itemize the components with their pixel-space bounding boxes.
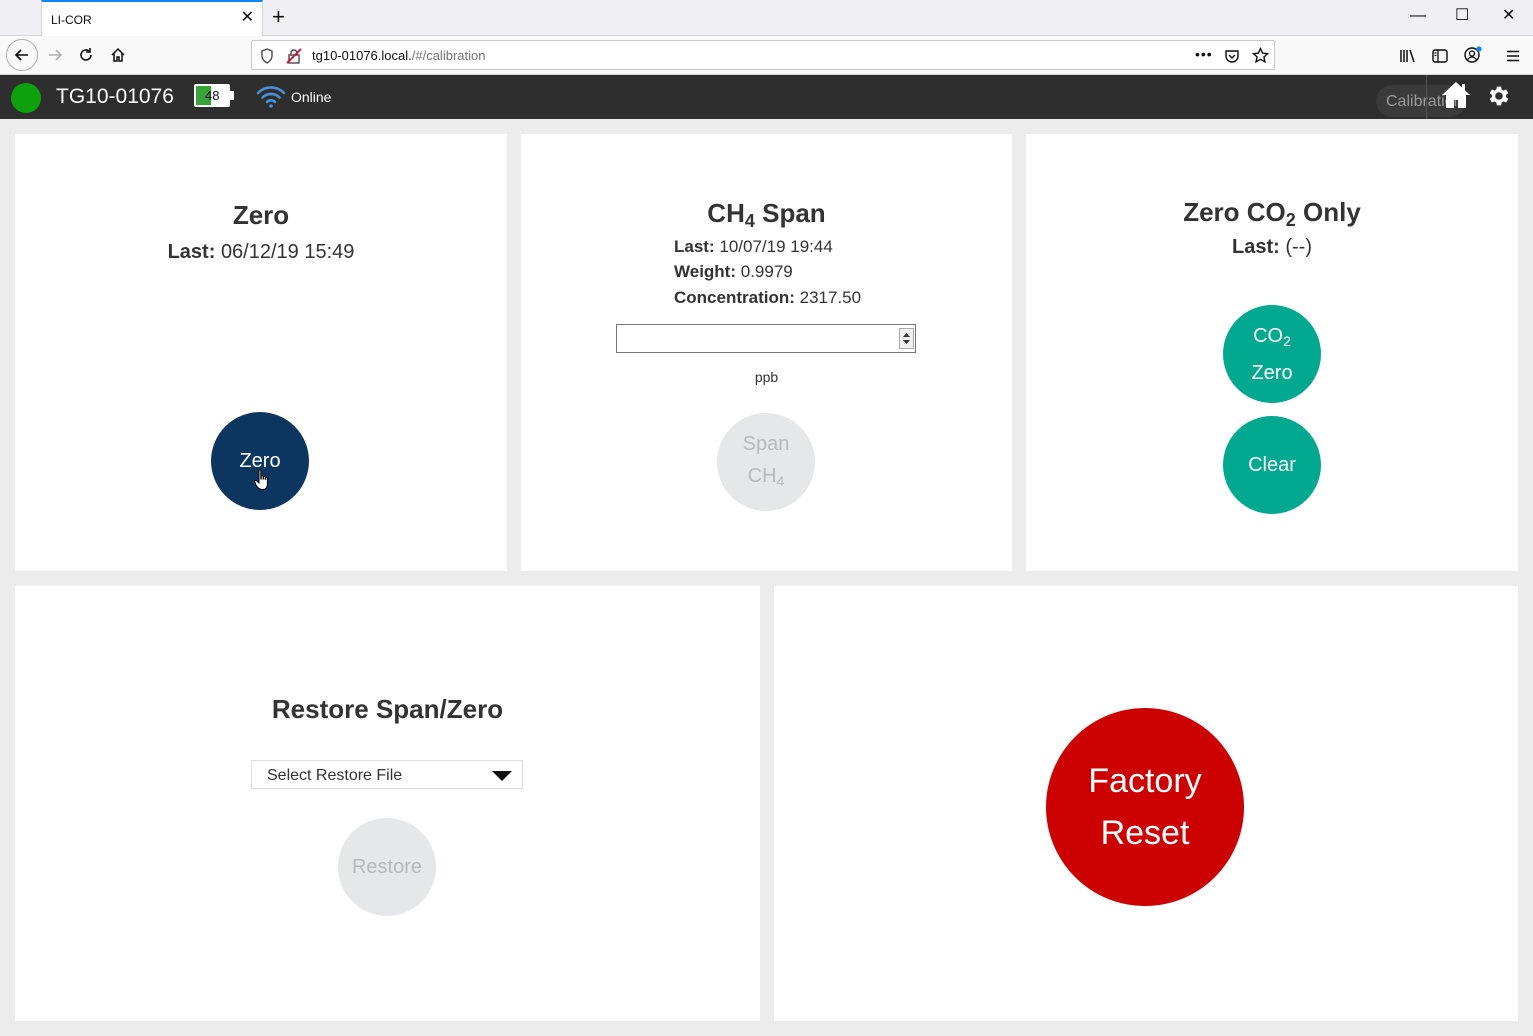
settings-gear-icon[interactable] xyxy=(1485,83,1511,109)
ch4-concentration-input[interactable] xyxy=(616,324,916,353)
ch4-conc-value: 2317.50 xyxy=(799,288,862,307)
menu-icon[interactable] xyxy=(1505,48,1521,64)
span-button-ch: CH xyxy=(747,464,777,487)
battery-level: 48 xyxy=(205,88,220,103)
caret-down-icon xyxy=(492,771,512,781)
co2-card-title: Zero CO2 Only xyxy=(1026,197,1518,231)
stepper-arrows-icon xyxy=(903,333,910,344)
window-close-button[interactable]: ✕ xyxy=(1502,8,1515,24)
hand-cursor-icon xyxy=(254,469,268,491)
ch4-number-stepper[interactable] xyxy=(899,328,914,349)
zero-button[interactable]: Zero xyxy=(211,412,309,510)
tab-title: LI-COR xyxy=(51,13,92,27)
ch4-last-line: Last: 10/07/19 19:44 xyxy=(674,237,833,257)
wifi-icon xyxy=(256,86,286,108)
battery-nub xyxy=(230,91,234,100)
reload-icon xyxy=(80,48,92,61)
pocket-icon[interactable] xyxy=(1224,48,1240,64)
restore-select-label: Select Restore File xyxy=(267,767,403,784)
zero-card-title: Zero xyxy=(232,200,290,230)
url-text: tg10-01076.local./#/calibration xyxy=(312,48,485,63)
app-header: TG10-01076 48 Online Calibration xyxy=(0,75,1533,119)
calibration-content: Zero Last: 06/12/19 15:49 Zero CH4 Span … xyxy=(0,119,1533,1036)
co2-last-label: Last: xyxy=(1232,236,1280,258)
restore-file-select[interactable]: Select Restore File xyxy=(251,760,523,789)
browser-tab[interactable]: LI-COR ✕ xyxy=(41,0,263,36)
browser-nav-bar: tg10-01076.local./#/calibration ••• xyxy=(0,36,1533,75)
account-icon[interactable] xyxy=(1463,46,1483,64)
zero-last-value: 06/12/19 15:49 xyxy=(220,241,355,263)
back-arrow-icon xyxy=(6,39,38,71)
span-button-line1: Span xyxy=(742,432,790,455)
new-tab-button[interactable]: + xyxy=(272,6,285,28)
zero-co2-card: Zero CO2 Only Last: (--) CO2 Zero Clear xyxy=(1026,134,1518,571)
zero-last-line: Last: 06/12/19 15:49 xyxy=(15,241,507,264)
library-icon[interactable] xyxy=(1399,48,1417,64)
minimize-button[interactable]: — xyxy=(1410,8,1426,24)
ch4-conc-label: Concentration: xyxy=(674,288,795,307)
span-button-sub: 4 xyxy=(776,472,785,489)
maximize-button[interactable]: ☐ xyxy=(1455,8,1469,24)
clear-button-label: Clear xyxy=(1248,453,1296,476)
zero-last-label: Last: xyxy=(167,241,216,263)
restore-card: Restore Span/Zero Select Restore File Re… xyxy=(15,586,760,1021)
back-button[interactable] xyxy=(5,38,39,72)
span-button-line2: CH4 xyxy=(743,460,790,497)
ch4-last-value: 10/07/19 19:44 xyxy=(719,237,833,256)
co2-last-value: (--) xyxy=(1285,236,1312,258)
browser-tab-bar: LI-COR ✕ + — ☐ ✕ xyxy=(0,0,1533,36)
ch4-title-prefix: CH xyxy=(707,198,745,228)
ch4-span-card: CH4 Span Last: 10/07/19 19:44 Weight: 0.… xyxy=(521,134,1012,571)
zero-card: Zero Last: 06/12/19 15:49 Zero xyxy=(15,134,507,571)
factory-reset-button[interactable]: Factory Reset xyxy=(1046,708,1244,906)
ch4-weight-value: 0.9979 xyxy=(740,262,793,281)
ch4-unit-label: ppb xyxy=(754,369,779,385)
reload-button[interactable] xyxy=(71,40,101,70)
co2-zero-line1: CO2 xyxy=(1251,320,1292,357)
co2-zero-button[interactable]: CO2 Zero xyxy=(1223,305,1321,403)
network-status: Online xyxy=(291,89,332,105)
tab-close-icon[interactable]: ✕ xyxy=(241,10,254,26)
forward-arrow-icon xyxy=(49,49,63,61)
page-actions-icon[interactable]: ••• xyxy=(1195,46,1213,62)
url-host: tg10-01076.local. xyxy=(312,48,412,63)
ch4-title-suffix: Span xyxy=(762,198,826,228)
factory-reset-card: Factory Reset xyxy=(774,586,1518,1021)
device-name: TG10-01076 xyxy=(56,85,174,108)
co2-zero-line2: Zero xyxy=(1251,361,1293,384)
clear-button[interactable]: Clear xyxy=(1223,416,1321,514)
factory-reset-line2: Reset xyxy=(1100,814,1190,852)
co2-zero-prefix: CO xyxy=(1253,324,1284,347)
co2-title-prefix: Zero CO xyxy=(1183,197,1286,227)
ch4-last-label: Last: xyxy=(674,237,715,256)
home-nav-icon[interactable] xyxy=(1441,81,1471,109)
ch4-title-sub: 4 xyxy=(744,211,755,231)
span-ch4-button[interactable]: Span CH4 xyxy=(717,413,815,511)
ch4-weight-line: Weight: 0.9979 xyxy=(674,262,793,282)
ch4-card-title: CH4 Span xyxy=(521,198,1012,232)
co2-zero-sub: 2 xyxy=(1283,332,1291,349)
co2-title-sub: 2 xyxy=(1285,210,1296,230)
insecure-lock-icon xyxy=(286,48,302,64)
shield-icon xyxy=(261,48,273,64)
url-path: /#/calibration xyxy=(411,48,486,63)
sidebar-icon[interactable] xyxy=(1432,48,1448,64)
restore-card-title: Restore Span/Zero xyxy=(271,694,504,724)
header-divider xyxy=(1426,75,1427,119)
factory-reset-line1: Factory xyxy=(1088,762,1202,800)
url-bar[interactable]: tg10-01076.local./#/calibration ••• xyxy=(251,40,1275,70)
co2-last-line: Last: (--) xyxy=(1026,236,1518,259)
restore-button[interactable]: Restore xyxy=(338,818,436,916)
co2-title-suffix: Only xyxy=(1303,197,1361,227)
home-button[interactable] xyxy=(103,40,133,70)
battery-indicator: 48 xyxy=(194,84,230,107)
home-icon xyxy=(111,47,125,62)
ch4-weight-label: Weight: xyxy=(674,262,737,281)
restore-button-label: Restore xyxy=(351,855,423,878)
status-indicator xyxy=(11,83,41,113)
ch4-conc-line: Concentration: 2317.50 xyxy=(674,288,861,308)
bookmark-star-icon[interactable] xyxy=(1252,47,1269,64)
forward-button[interactable] xyxy=(40,40,70,70)
